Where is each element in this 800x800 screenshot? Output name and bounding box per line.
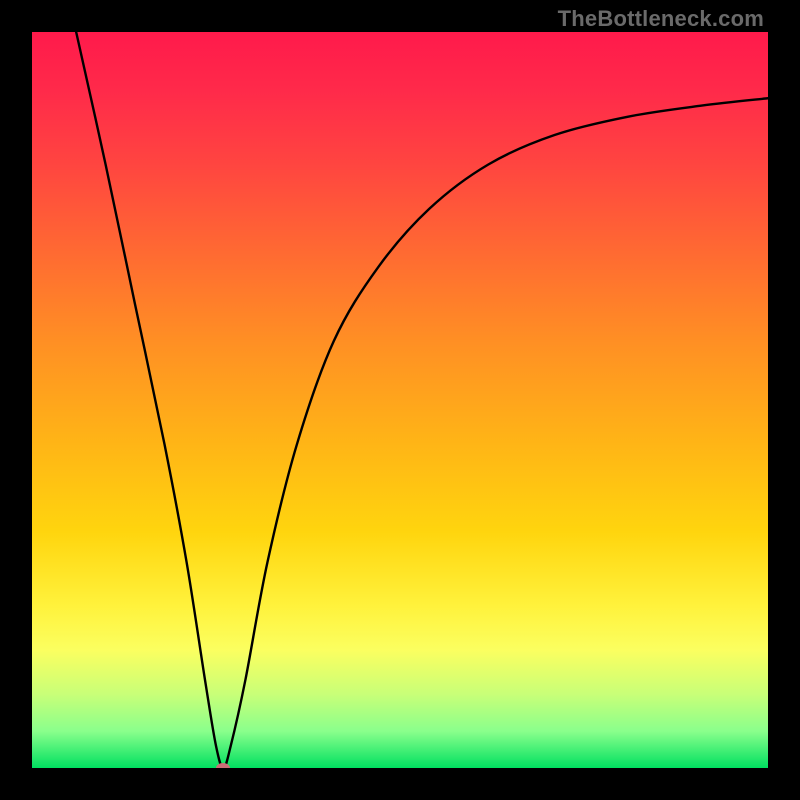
plot-area bbox=[32, 32, 768, 768]
watermark-text: TheBottleneck.com bbox=[558, 6, 764, 32]
chart-frame: TheBottleneck.com bbox=[0, 0, 800, 800]
bottleneck-curve bbox=[32, 32, 768, 768]
minimum-marker bbox=[216, 763, 230, 768]
